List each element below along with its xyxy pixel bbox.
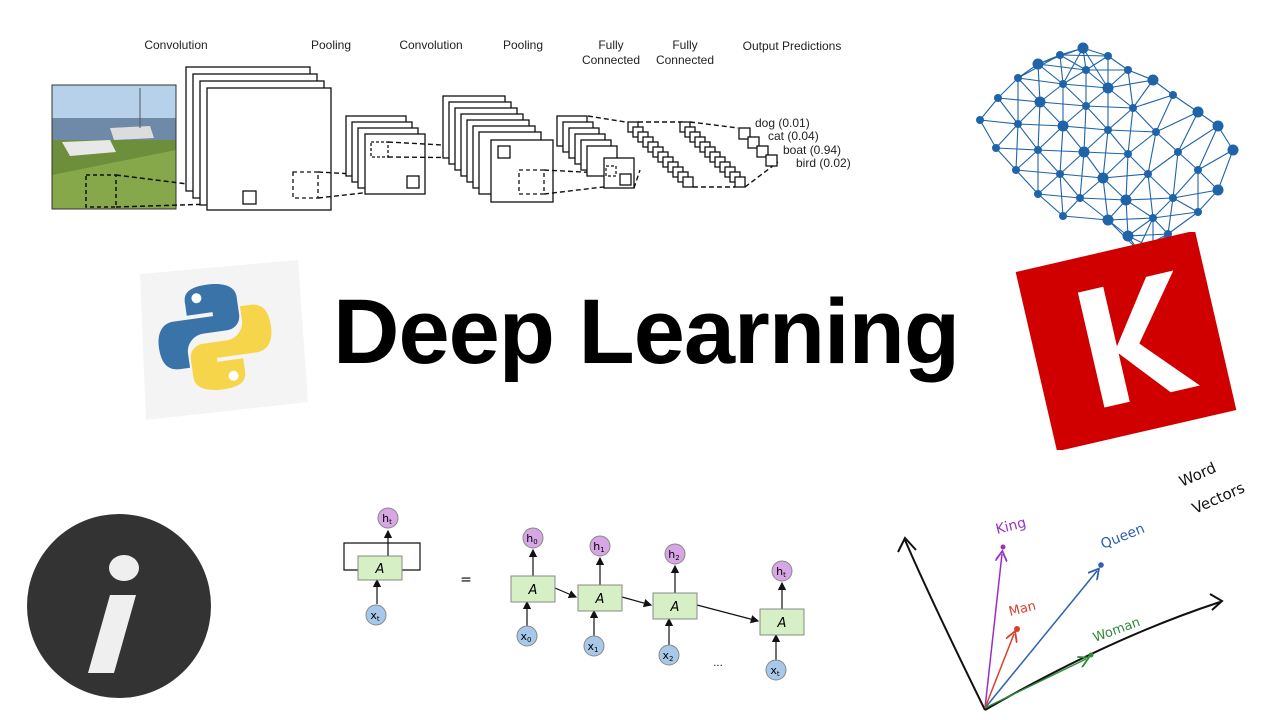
rnn-hidden-label: h xyxy=(382,512,389,525)
rnn-hidden-sub: 1 xyxy=(600,546,604,554)
rnn-hidden-sub: t xyxy=(783,571,786,579)
rnn-hidden-sub: 0 xyxy=(533,538,537,546)
cnn-drawing xyxy=(51,66,779,211)
rnn-diagram: A ht xt = Ah0x0Ah1x1Ah2x2Ahtxt ... xyxy=(343,507,805,681)
page-title: Deep Learning xyxy=(333,281,960,383)
word-vectors-heading: Word xyxy=(1176,459,1219,491)
cnn-input-photo xyxy=(51,84,177,210)
rnn-cell-label: A xyxy=(595,592,605,607)
rnn-hidden-label: h xyxy=(668,548,675,561)
rnn-hidden-sub: t xyxy=(389,518,392,526)
brain-network-icon xyxy=(976,42,1239,250)
rnn-input-sub: 1 xyxy=(594,646,598,654)
rnn-connector xyxy=(554,587,578,599)
keras-logo-icon xyxy=(1015,232,1237,450)
rnn-equals: = xyxy=(460,572,472,588)
rnn-cell-label: A xyxy=(528,583,538,598)
rnn-cell-label: A xyxy=(777,616,787,631)
jupyter-semicolon-icon xyxy=(27,514,211,698)
python-logo-icon xyxy=(140,260,308,420)
rnn-hidden-sub: 2 xyxy=(675,554,679,562)
word-label-queen: Queen xyxy=(1099,521,1148,553)
word-vectors-diagram: King Queen Man Woman Word Vectors xyxy=(897,459,1248,711)
rnn-input-sub: t xyxy=(377,615,380,623)
rnn-cell-label: A xyxy=(670,600,680,615)
word-label-man: Man xyxy=(1007,599,1037,620)
rnn-input-sub: t xyxy=(777,670,780,678)
rnn-ellipsis: ... xyxy=(713,658,723,669)
rnn-input-sub: 2 xyxy=(669,655,673,663)
rnn-cell-label: A xyxy=(375,562,385,577)
rnn-connector xyxy=(621,596,653,608)
rnn-connector xyxy=(696,604,760,624)
word-label-king: King xyxy=(994,515,1028,538)
rnn-hidden-label: h xyxy=(593,540,600,553)
rnn-hidden-label: h xyxy=(776,565,783,578)
rnn-hidden-label: h xyxy=(526,532,533,545)
rnn-input-sub: 0 xyxy=(527,636,531,644)
word-vectors-heading: Vectors xyxy=(1189,479,1247,518)
